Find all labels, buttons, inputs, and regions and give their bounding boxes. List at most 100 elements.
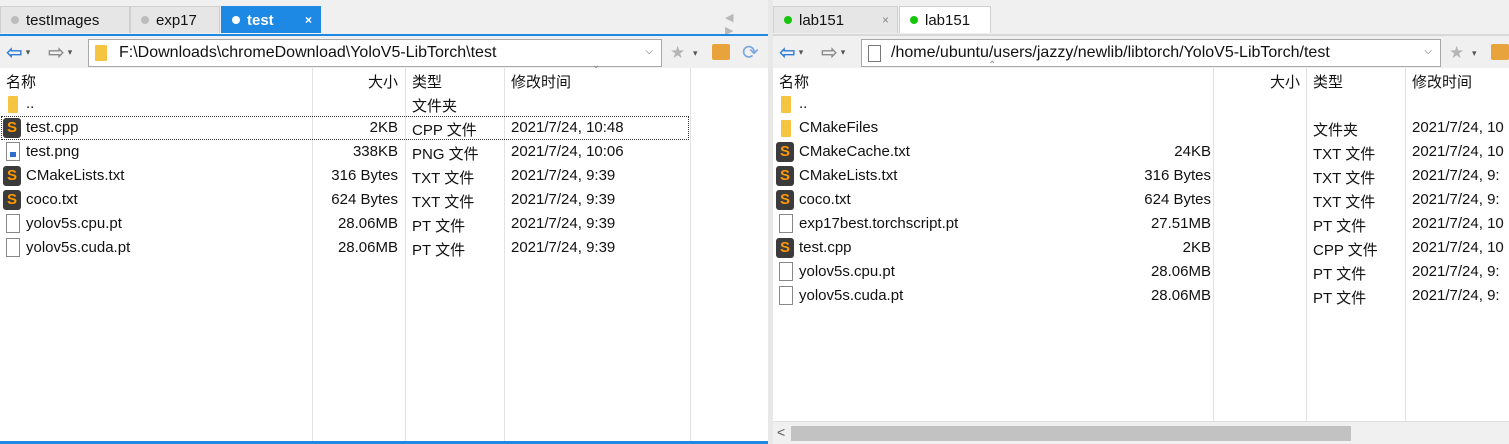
star-icon[interactable]: ★ <box>1449 43 1464 63</box>
folder-icon <box>781 96 791 113</box>
file-size: 2KB <box>369 119 398 136</box>
chevron-down-icon[interactable]: ▾ <box>1472 48 1477 59</box>
table-row[interactable]: CMakeFiles 文件夹 2021/7/24, 10 <box>773 116 1509 140</box>
close-icon[interactable]: × <box>882 13 889 27</box>
file-type: TXT 文件 <box>1313 170 1376 187</box>
right-tabbar: lab151 × lab151 <box>773 0 1509 34</box>
file-type: PT 文件 <box>412 242 466 259</box>
file-modified: 2021/7/24, 9:39 <box>511 167 616 184</box>
column-header-size[interactable]: 大小 <box>368 71 398 92</box>
close-icon[interactable]: × <box>305 13 312 27</box>
table-row[interactable]: yolov5s.cuda.pt 28.06MB PT 文件 2021/7/24, 9: <box>773 284 1509 308</box>
path-input[interactable]: F:\Downloads\chromeDownload\YoloV5-LibTo… <box>88 39 662 67</box>
tab-lab151-2[interactable]: lab151 <box>899 6 991 33</box>
connected-dot-icon <box>784 16 792 24</box>
tab-lab151-1[interactable]: lab151 × <box>773 6 898 33</box>
file-icon <box>868 44 881 62</box>
forward-arrow-icon: ⇨ <box>48 41 65 64</box>
file-size: 27.51MB <box>1150 215 1211 232</box>
table-row[interactable]: Stest.cpp 2KB CPP 文件 2021/7/24, 10 <box>773 236 1509 260</box>
column-header-name[interactable]: 名称 <box>6 71 36 92</box>
sublime-file-icon: S <box>776 166 794 186</box>
file-type: PT 文件 <box>1313 290 1367 307</box>
table-row[interactable]: test.png 338KB PNG 文件 2021/7/24, 10:06 <box>0 140 768 164</box>
path-text: /home/ubuntu/users/jazzy/newlib/libtorch… <box>891 44 1330 61</box>
chevron-down-icon[interactable]: ▾ <box>693 48 698 59</box>
home-icon[interactable] <box>712 44 730 60</box>
table-row[interactable]: S CMakeLists.txt 316 Bytes TXT 文件 2021/7/24,… <box>0 164 768 188</box>
file-modified: 2021/7/24, 9: <box>1412 287 1500 304</box>
tab-dot-icon <box>141 16 149 24</box>
tab-exp17[interactable]: exp17 <box>130 6 220 33</box>
back-button[interactable]: ⇦ ▾ <box>6 41 31 64</box>
star-icon[interactable]: ★ <box>670 43 685 63</box>
column-header-type[interactable]: 类型 <box>1313 71 1343 92</box>
connected-dot-icon <box>910 16 918 24</box>
table-row[interactable]: yolov5s.cpu.pt 28.06MB PT 文件 2021/7/24, 9:3… <box>0 212 768 236</box>
file-modified: 2021/7/24, 10:06 <box>511 143 624 160</box>
file-size: 28.06MB <box>1150 263 1211 280</box>
home-icon[interactable] <box>1491 44 1509 60</box>
forward-button[interactable]: ⇨ ▾ <box>821 42 846 64</box>
back-arrow-icon: ⇦ <box>6 41 23 64</box>
table-row[interactable]: S CMakeCache.txt 24KB TXT 文件 2021/7/24, 10 <box>773 140 1509 164</box>
chevron-down-icon: ▾ <box>25 46 31 57</box>
file-name: yolov5s.cpu.pt <box>26 215 122 232</box>
table-row[interactable]: Scoco.txt 624 Bytes TXT 文件 2021/7/24, 9: <box>773 188 1509 212</box>
table-row[interactable]: exp17best.torchscript.pt 27.51MB PT 文件 2021… <box>773 212 1509 236</box>
file-modified: 2021/7/24, 9: <box>1412 167 1500 184</box>
column-header-modified[interactable]: 修改时间 <box>511 71 571 92</box>
file-name: test.cpp <box>799 239 852 256</box>
scroll-left-icon[interactable]: < <box>777 424 785 440</box>
table-row[interactable]: .. 文件夹 <box>0 92 768 116</box>
chevron-down-icon[interactable]: ⌵ <box>1424 46 1432 57</box>
column-header-name[interactable]: 名称 <box>779 71 809 92</box>
file-type: CPP 文件 <box>1313 242 1378 259</box>
folder-icon <box>781 120 791 137</box>
file-name: .. <box>799 95 808 112</box>
file-type: TXT 文件 <box>1313 194 1376 211</box>
sublime-file-icon: S <box>3 190 21 210</box>
file-type: TXT 文件 <box>412 170 475 187</box>
chevron-down-icon: ▾ <box>67 46 73 57</box>
tab-dot-icon <box>232 16 240 24</box>
file-type: TXT 文件 <box>1313 146 1376 163</box>
file-name: CMakeLists.txt <box>26 167 125 184</box>
table-row[interactable]: S CMakeLists.txt 316 Bytes TXT 文件 2021/7/24,… <box>773 164 1509 188</box>
refresh-icon[interactable]: ⟳ <box>742 40 759 65</box>
table-row[interactable]: .. <box>773 92 1509 116</box>
column-header-type[interactable]: 类型 <box>412 71 442 92</box>
left-tabbar: testImages exp17 test × ◀ ▶ <box>0 0 768 37</box>
file-modified: 2021/7/24, 10 <box>1412 119 1504 136</box>
table-row[interactable]: Stest.cpp 2KB CPP 文件 2021/7/24, 10:48 <box>0 116 768 140</box>
column-header-size[interactable]: 大小 <box>1270 71 1300 92</box>
forward-button[interactable]: ⇨ ▾ <box>48 41 73 64</box>
file-size: 338KB <box>352 143 398 160</box>
tab-test[interactable]: test × <box>221 6 321 33</box>
file-size: 624 Bytes <box>1144 191 1211 208</box>
column-header-modified[interactable]: 修改时间 <box>1412 71 1472 92</box>
file-size: 624 Bytes <box>331 191 398 208</box>
chevron-down-icon: ▾ <box>840 46 846 57</box>
file-modified: 2021/7/24, 10:48 <box>511 119 624 136</box>
sublime-file-icon: S <box>776 190 794 210</box>
file-name: .. <box>26 95 35 112</box>
file-size: 28.06MB <box>337 239 398 256</box>
tab-dot-icon <box>11 16 19 24</box>
path-input[interactable]: /home/ubuntu/users/jazzy/newlib/libtorch… <box>861 39 1441 67</box>
horizontal-scrollbar[interactable]: < <box>773 421 1509 444</box>
file-type: PNG 文件 <box>412 146 479 163</box>
scrollbar-thumb[interactable] <box>791 426 1351 441</box>
tab-testimages[interactable]: testImages <box>0 6 130 33</box>
table-row[interactable]: yolov5s.cpu.pt 28.06MB PT 文件 2021/7/24, 9: <box>773 260 1509 284</box>
sublime-file-icon: S <box>776 238 794 258</box>
table-row[interactable]: Scoco.txt 624 Bytes TXT 文件 2021/7/24, 9:39 <box>0 188 768 212</box>
file-type: TXT 文件 <box>412 194 475 211</box>
table-row[interactable]: yolov5s.cuda.pt 28.06MB PT 文件 2021/7/24, 9:… <box>0 236 768 260</box>
file-name: yolov5s.cuda.pt <box>799 287 904 304</box>
back-arrow-icon: ⇦ <box>779 41 796 64</box>
chevron-down-icon[interactable]: ⌵ <box>645 46 653 57</box>
file-type: PT 文件 <box>1313 218 1367 235</box>
back-button[interactable]: ⇦ ▾ <box>779 41 803 64</box>
folder-icon <box>95 45 107 61</box>
